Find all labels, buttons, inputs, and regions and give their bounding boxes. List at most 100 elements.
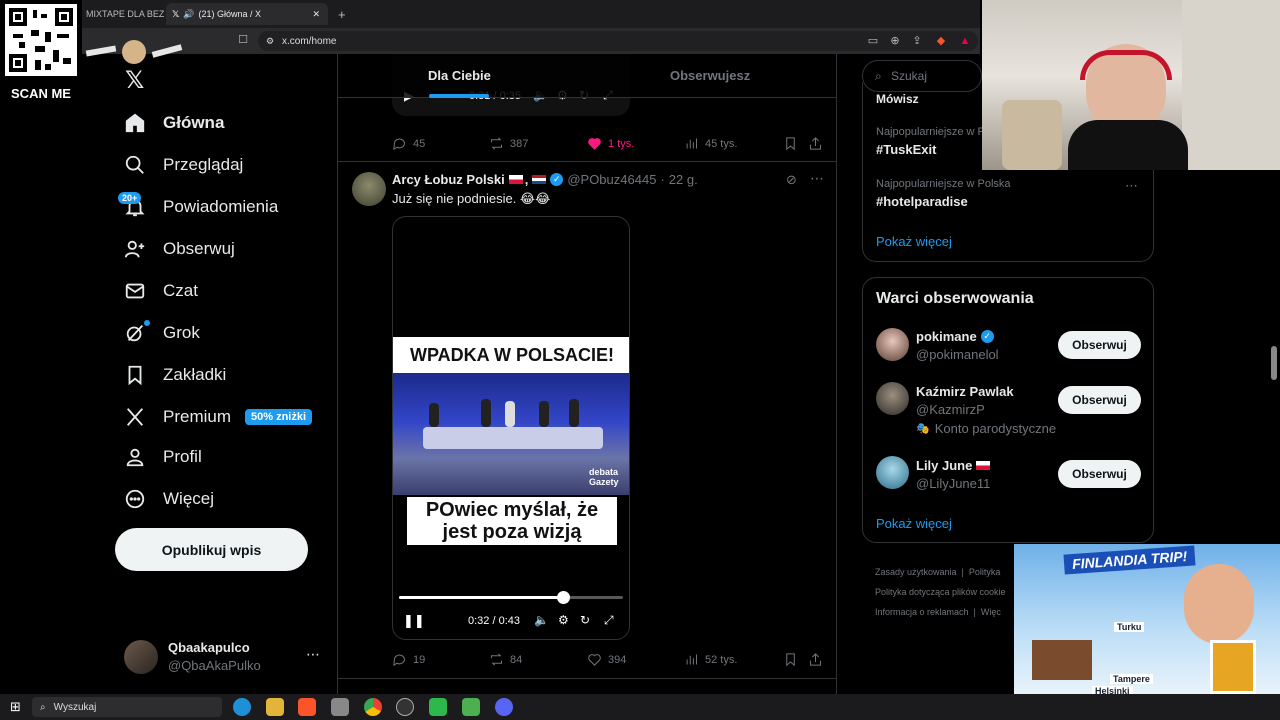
trend-title[interactable]: Mówisz [876,92,919,106]
windows-start-icon[interactable]: ⊞ [10,699,21,715]
account-more-icon[interactable]: ⋯ [306,646,320,663]
netherlands-flag-icon [532,175,547,184]
footer-link[interactable]: Więc [981,607,1001,617]
brave-rewards-icon[interactable]: ▲ [958,34,972,48]
brave-shield-icon[interactable]: ◆ [934,34,948,48]
close-tab-icon[interactable]: ✕ [312,9,320,20]
nav-bookmarks[interactable]: Zakładki [124,356,226,394]
footer-link[interactable]: Informacja o reklamach [875,607,969,617]
user-avatar[interactable] [876,456,909,489]
user-avatar[interactable] [876,328,909,361]
settings-icon[interactable]: ⚙ [558,613,569,627]
video-progress-thumb[interactable] [556,591,570,604]
grok-explain-icon[interactable]: ⊘ [786,172,797,188]
follow-button[interactable]: Obserwuj [1058,386,1141,414]
nav-premium[interactable]: Premium 50% zniżki [124,398,313,436]
app-icon[interactable] [331,698,349,716]
footer-link[interactable]: Zasady użytkowania [875,567,957,577]
prev-like-button[interactable]: 1 tys. [587,136,634,151]
follow-button[interactable]: Obserwuj [1058,331,1141,359]
prev-repost-button[interactable]: 387 [489,136,528,151]
chrome-icon[interactable] [364,698,382,716]
page-scrollbar-thumb[interactable] [1271,346,1277,380]
suggested-user-name[interactable]: Lily June [916,458,991,473]
tab-following[interactable]: Obserwujesz [670,68,750,83]
browser-tab-bar: MIXTAPE DLA BEZRO 𝕏 🔊 (21) Główna / X ✕ … [0,0,980,28]
reply-button[interactable]: 19 [392,652,425,667]
prev-bookmark-button[interactable] [783,136,804,151]
rotate-icon[interactable]: ↻ [580,613,590,627]
trend-more-icon[interactable]: ⋯ [1125,178,1138,194]
trend-title[interactable]: #TuskExit [876,142,936,157]
browser-tab-mixtape[interactable]: MIXTAPE DLA BEZRO [80,3,164,25]
divider [338,678,836,679]
pause-icon[interactable]: ❚❚ [403,613,425,629]
prev-reply-button[interactable]: 45 [392,136,425,151]
new-tab-icon[interactable]: + [332,3,350,25]
publish-button[interactable]: Opublikuj wpis [115,528,308,571]
nav-chat[interactable]: Czat [124,272,198,310]
promo-title: FINLANDIA TRIP! [1063,545,1196,575]
verified-badge-icon: ✓ [980,330,994,343]
post-time[interactable]: 22 g. [669,172,698,187]
fullscreen-icon[interactable]: ⤢ [604,613,614,628]
trend-title[interactable]: #hotelparadise [876,194,968,209]
nav-profile[interactable]: Profil [124,438,202,476]
divider [338,161,836,162]
footer-link[interactable]: Polityka [969,567,1001,577]
prev-share-button[interactable] [808,136,829,151]
video-progress-track[interactable] [399,591,623,604]
obs-icon[interactable] [396,698,414,716]
nav-explore[interactable]: Przeglądaj [124,146,243,184]
share-icon[interactable]: ⇪ [910,34,924,48]
post-avatar[interactable] [352,172,386,206]
bookmark-icon[interactable]: ☐ [236,33,250,47]
brave-icon[interactable] [298,698,316,716]
cast-icon[interactable]: ▭ [866,34,880,48]
follow-button[interactable]: Obserwuj [1058,460,1141,488]
grok-icon [126,325,144,342]
edge-icon[interactable] [233,698,251,716]
post-video[interactable]: WPADKA W POLSACIE! debata Gazety POwiec … [392,216,630,640]
tab-for-you[interactable]: Dla Ciebie [428,68,491,83]
footer-link[interactable]: Polityka dotycząca plików cookie [875,587,1006,597]
nav-home[interactable]: Główna [124,104,224,142]
nav-more[interactable]: Więcej [124,480,214,518]
post-more-icon[interactable]: ⋯ [810,170,824,187]
x-logo-icon[interactable]: 𝕏 [125,66,144,95]
user-avatar[interactable] [876,382,909,415]
app-icon[interactable] [462,698,480,716]
volume-icon[interactable]: 🔈 [534,613,549,627]
like-button[interactable]: 394 [587,652,626,667]
post-header: Arcy Łobuz Polski , ✓ @PObuz46445 · 22 g… [392,172,698,187]
suggested-user-name[interactable]: Kaźmirz Pawlak [916,384,1014,399]
taskbar-search[interactable]: ⌕ Wyszukaj [32,697,222,717]
repost-button[interactable]: 84 [489,652,522,667]
browser-tab-x-home[interactable]: 𝕏 🔊 (21) Główna / X ✕ [166,3,328,25]
suggested-user-name[interactable]: pokimane ✓ [916,329,994,344]
bookmark-icon [786,137,795,151]
account-avatar [124,640,158,674]
discord-icon[interactable] [495,698,513,716]
suggested-user-handle: @pokimanelol [916,347,999,362]
site-settings-icon[interactable]: ⚙ [266,36,274,47]
bookmark-button[interactable] [783,652,804,667]
account-name: Qbaakapulco [168,640,250,655]
zoom-icon[interactable]: ⊕ [888,34,902,48]
show-more-link[interactable]: Pokaż więcej [876,516,952,531]
account-switcher[interactable]: Qbaakapulco @QbaAkaPulko ⋯ [124,640,324,676]
show-more-link[interactable]: Pokaż więcej [876,234,952,249]
share-button[interactable] [808,652,829,667]
post-handle[interactable]: @PObuz46445 [567,172,656,187]
media-player-icon[interactable] [429,698,447,716]
video-time: 0:32 / 0:43 [468,615,520,627]
nav-grok[interactable]: Grok [124,314,200,352]
views-button[interactable]: 52 tys. [684,652,737,667]
prev-views-button[interactable]: 45 tys. [684,136,737,151]
url-field[interactable]: ⚙ x.com/home ▭ ⊕ ⇪ ◆ ▲ [258,31,978,51]
post-author[interactable]: Arcy Łobuz Polski [392,172,505,187]
nav-notifications[interactable]: Powiadomienia 20+ [118,188,278,226]
file-explorer-icon[interactable] [266,698,284,716]
grok-dot-indicator [144,320,150,326]
nav-follow[interactable]: Obserwuj [124,230,235,268]
